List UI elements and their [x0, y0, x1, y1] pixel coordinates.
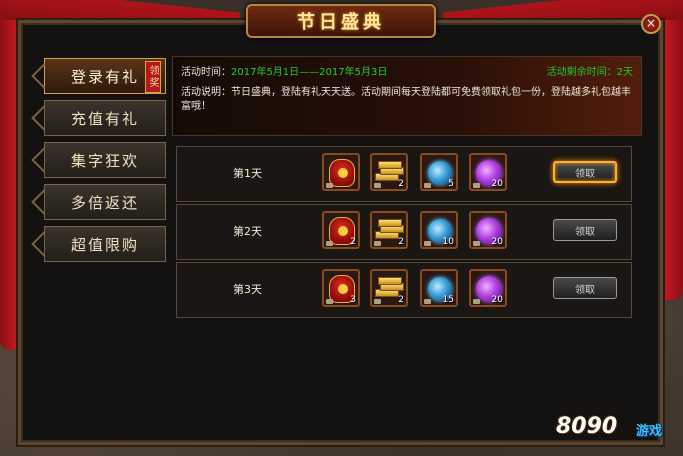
reward-qty: 20	[491, 237, 503, 247]
sidebar-item-label: 多倍返还	[70, 193, 139, 212]
event-time-value: 2017年5月1日——2017年5月3日	[231, 67, 388, 78]
lock-icon	[374, 241, 381, 246]
close-button[interactable]: ×	[641, 14, 661, 34]
watermark-number: 8090	[556, 414, 618, 439]
lock-icon	[424, 299, 431, 304]
lock-icon	[424, 183, 431, 188]
sidebar-arrow-icon	[31, 189, 57, 215]
reward-slot[interactable]: 2	[370, 269, 408, 307]
lock-icon	[473, 183, 480, 188]
reward-qty: 2	[350, 237, 356, 247]
lock-icon	[473, 299, 480, 304]
claim-button[interactable]: 领取	[553, 277, 617, 299]
reward-slot[interactable]: 5	[420, 153, 458, 191]
reward-qty: 20	[491, 295, 503, 305]
reward-slot[interactable]: 2	[322, 211, 360, 249]
day-label: 第1天	[233, 167, 262, 180]
remaining-value: 2天	[616, 67, 633, 78]
reward-slot[interactable]	[322, 153, 360, 191]
reward-row-day1: 第1天 2 5 20 领取	[176, 146, 632, 202]
reward-qty: 3	[350, 295, 356, 305]
sidebar-arrow-icon	[31, 105, 57, 131]
event-remaining: 活动剩余时间：2天	[547, 63, 633, 78]
remaining-label: 活动剩余时间：	[546, 67, 617, 78]
event-time-label: 活动时间：	[181, 67, 231, 78]
lock-icon	[326, 299, 333, 304]
lock-icon	[326, 241, 333, 246]
reward-slot[interactable]: 20	[469, 153, 507, 191]
lock-icon	[473, 241, 480, 246]
reward-slot[interactable]: 20	[469, 269, 507, 307]
reward-qty: 15	[442, 295, 454, 305]
sidebar-arrow-icon	[31, 63, 57, 89]
claim-button[interactable]: 领取	[553, 219, 617, 241]
sidebar-item-multi-return[interactable]: 多倍返还	[31, 184, 166, 220]
reward-row-day3: 第3天 3 2 15 20 领取	[176, 262, 632, 318]
sidebar-arrow-icon	[31, 147, 57, 173]
lock-icon	[374, 299, 381, 304]
reward-slot[interactable]: 2	[370, 153, 408, 191]
event-description: 活动说明：节日盛典，登陆有礼天天送。活动期间每天登陆都可免费领取礼包一份，登陆越…	[181, 87, 631, 112]
reward-qty: 5	[448, 179, 454, 189]
sidebar-item-limited-purchase[interactable]: 超值限购	[31, 226, 166, 262]
close-icon: ×	[645, 16, 657, 30]
sidebar-item-label: 超值限购	[70, 235, 139, 254]
reward-slot[interactable]: 20	[469, 211, 507, 249]
event-time: 活动时间：2017年5月1日——2017年5月3日	[181, 63, 387, 78]
sidebar-item-label: 充值有礼	[70, 109, 139, 128]
sidebar: 登录有礼 领奖 充值有礼 集字狂欢 多倍返还 超值限购	[28, 46, 168, 432]
lock-icon	[374, 183, 381, 188]
window-title: 节日盛典	[246, 4, 436, 38]
reward-slot[interactable]: 2	[370, 211, 408, 249]
sidebar-item-login-gift[interactable]: 登录有礼 领奖	[31, 58, 166, 94]
window-title-text: 节日盛典	[297, 12, 385, 33]
reward-qty: 2	[398, 179, 404, 189]
sidebar-item-label: 登录有礼	[70, 67, 139, 86]
sidebar-arrow-icon	[31, 231, 57, 257]
watermark-text: 游戏	[636, 424, 663, 439]
sidebar-item-recharge-gift[interactable]: 充值有礼	[31, 100, 166, 136]
claim-button[interactable]: 领取	[553, 161, 617, 183]
reward-qty: 20	[491, 179, 503, 189]
reward-qty: 10	[442, 237, 454, 247]
event-info-panel: 活动时间：2017年5月1日——2017年5月3日 活动剩余时间：2天 活动说明…	[172, 56, 642, 136]
sidebar-item-collect-words[interactable]: 集字狂欢	[31, 142, 166, 178]
reward-qty: 2	[398, 237, 404, 247]
lock-icon	[326, 183, 333, 188]
day-label: 第2天	[233, 225, 262, 238]
reward-row-day2: 第2天 2 2 10 20 领取	[176, 204, 632, 260]
award-tag: 领奖	[145, 61, 161, 93]
reward-slot[interactable]: 3	[322, 269, 360, 307]
reward-slot[interactable]: 10	[420, 211, 458, 249]
site-watermark: 8090 游戏	[556, 410, 676, 446]
reward-slot[interactable]: 15	[420, 269, 458, 307]
lock-icon	[424, 241, 431, 246]
sidebar-item-label: 集字狂欢	[70, 151, 139, 170]
reward-qty: 2	[398, 295, 404, 305]
day-label: 第3天	[233, 283, 262, 296]
